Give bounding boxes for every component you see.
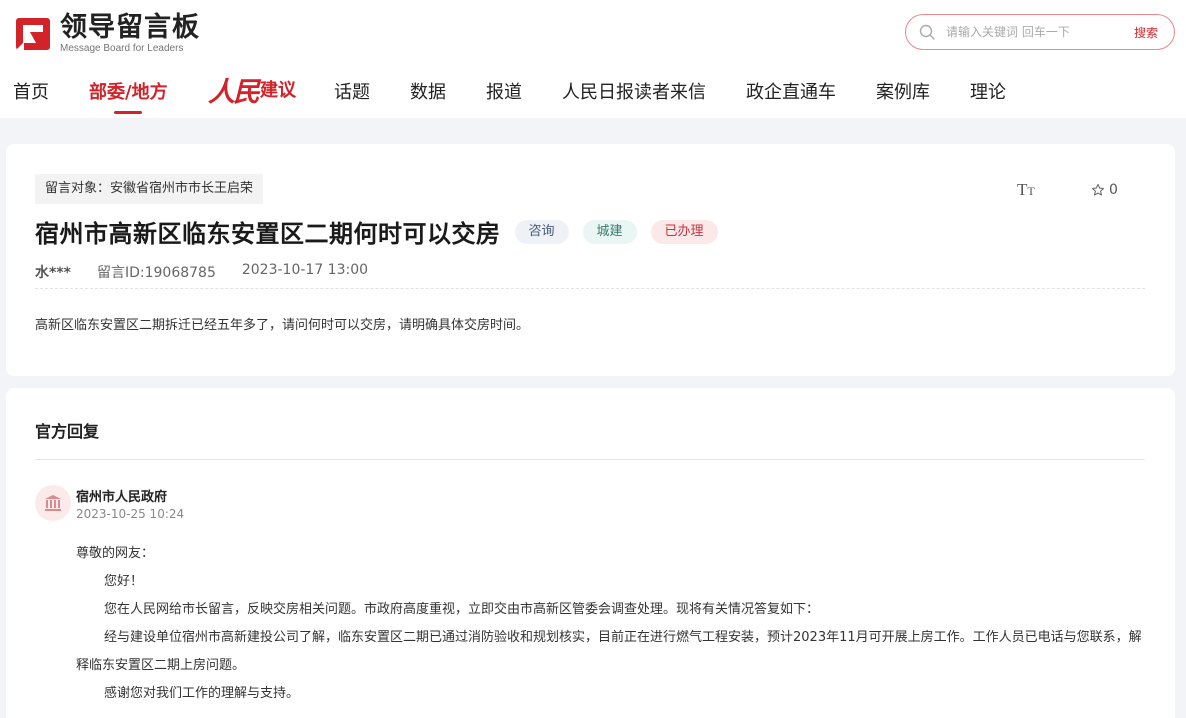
reply-paragraph: 您在人民网给市长留言，反映交房相关问题。市政府高度重视，立即交由市高新区管委会调… <box>104 602 820 617</box>
divider <box>35 288 1145 289</box>
nav-theory[interactable]: 理论 <box>970 78 1006 104</box>
main-nav: 首页 部委/地方 人民 建议 话题 数据 报道 人民日报读者来信 政企直通车 案… <box>0 77 1186 118</box>
search-box: 搜索 <box>905 14 1175 50</box>
favorite-count: 0 <box>1109 182 1118 198</box>
message-card: 留言对象：安徽省宿州市市长王启荣 TT 0 宿州市高新区临东安置区二期何时可以交… <box>6 144 1175 376</box>
leaders-logo-icon <box>14 14 52 52</box>
logo-title: 领导留言板 <box>60 12 200 43</box>
nav-brand-label: 建议 <box>260 80 296 101</box>
reply-heading: 官方回复 <box>35 422 100 441</box>
divider <box>35 459 1145 460</box>
message-title: 宿州市高新区临东安置区二期何时可以交房 <box>35 220 501 248</box>
reply-paragraph: 经与建设单位宿州市高新建投公司了解，临东安置区二期已通过消防验收和规划核实，目前… <box>76 630 1142 673</box>
nav-gov-business[interactable]: 政企直通车 <box>746 78 836 104</box>
avatar <box>35 485 71 521</box>
message-datetime: 2023-10-17 13:00 <box>241 262 369 278</box>
message-content: 高新区临东安置区二期拆迁已经五年多了，请问何时可以交房，请明确具体交房时间。 <box>35 318 530 333</box>
nav-people-suggestion[interactable]: 人民 建议 <box>208 72 296 108</box>
reply-paragraph: 您好！ <box>104 574 144 589</box>
tag-consult[interactable]: 咨询 <box>514 219 569 244</box>
search-input[interactable] <box>946 25 1116 39</box>
reply-body: 尊敬的网友： 您好！ 您在人民网给市长留言，反映交房相关问题。市政府高度重视，立… <box>76 540 1146 708</box>
status-badge: 已办理 <box>650 219 718 244</box>
tag-urban-construction[interactable]: 城建 <box>582 219 637 244</box>
star-icon <box>1091 183 1105 196</box>
government-building-icon <box>45 495 61 511</box>
search-button[interactable]: 搜索 <box>1134 24 1158 41</box>
reply-datetime: 2023-10-25 10:24 <box>76 507 185 521</box>
reply-paragraph: 感谢您对我们工作的理解与支持。 <box>104 686 300 701</box>
nav-cases[interactable]: 案例库 <box>876 78 930 104</box>
nav-topics[interactable]: 话题 <box>334 78 370 104</box>
reply-card: 官方回复 宿州市人民政府 2023-10-25 10:24 尊敬的网友： 您好！… <box>6 388 1175 718</box>
nav-active-indicator <box>114 111 142 114</box>
nav-ministries-local[interactable]: 部委/地方 <box>89 78 168 104</box>
search-icon[interactable] <box>918 23 936 41</box>
site-logo[interactable]: 领导留言板 Message Board for Leaders <box>14 14 200 55</box>
nav-data[interactable]: 数据 <box>410 78 446 104</box>
reply-salutation: 尊敬的网友： <box>76 546 155 561</box>
nav-reports[interactable]: 报道 <box>486 78 522 104</box>
message-meta: 水*** 留言ID:19068785 2023-10-17 13:00 <box>35 262 394 282</box>
logo-subtitle: Message Board for Leaders <box>60 43 184 54</box>
author-name: 水*** <box>35 265 71 281</box>
message-target: 留言对象：安徽省宿州市市长王启荣 <box>35 174 264 204</box>
font-size-icon[interactable]: TT <box>1017 180 1035 200</box>
nav-readers-letters[interactable]: 人民日报读者来信 <box>562 78 706 104</box>
reply-org: 宿州市人民政府 <box>76 490 168 505</box>
nav-home[interactable]: 首页 <box>13 78 49 104</box>
favorite-button[interactable]: 0 <box>1091 182 1118 198</box>
nav-brand-script: 人民 <box>208 76 260 108</box>
message-id: 留言ID:19068785 <box>96 265 216 281</box>
title-row: 宿州市高新区临东安置区二期何时可以交房 咨询 城建 已办理 <box>35 214 718 249</box>
site-header: 领导留言板 Message Board for Leaders 搜索 首页 部委… <box>0 0 1186 118</box>
